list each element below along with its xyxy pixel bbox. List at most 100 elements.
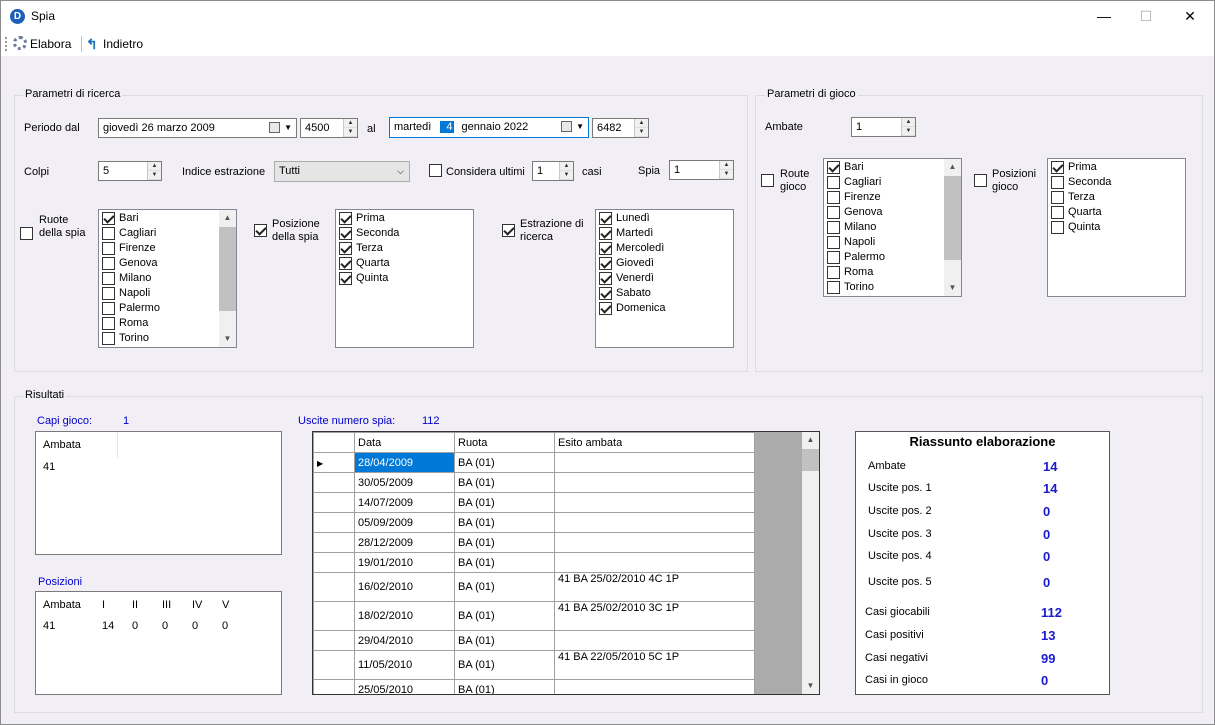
cell-ruota[interactable]: BA (01) [454,512,555,533]
ruote-gioco-item[interactable]: Napoli [824,235,961,250]
ambate-spin[interactable]: ▲ ▼ [901,118,915,136]
posizione-spia-item-checkbox[interactable] [339,242,352,255]
posizione-gioco-item[interactable]: Quinta [1048,220,1185,235]
ruote-gioco-item-checkbox[interactable] [827,176,840,189]
posizione-spia-item-checkbox[interactable] [339,257,352,270]
giorno-item-checkbox[interactable] [599,302,612,315]
ruote-gioco-item[interactable]: Torino [824,280,961,295]
cell-data[interactable]: 29/04/2010 [354,630,455,651]
cell-esito[interactable] [554,472,755,493]
scroll-down-icon[interactable]: ▼ [802,678,819,694]
cell-ruota[interactable]: BA (01) [454,601,555,631]
posizioni-gioco-checkbox[interactable] [974,174,987,187]
scroll-down-icon[interactable]: ▼ [219,331,236,347]
uscite-grid[interactable]: Data Ruota Esito ambata ▶ 28/04/2009 BA (0… [312,431,820,695]
colpi-stepper[interactable]: 5 ▲ ▼ [98,161,162,181]
cell-esito[interactable]: 41 BA 25/02/2010 3C 1P [554,601,755,631]
ruote-spia-item-checkbox[interactable] [102,272,115,285]
ruote-spia-scrollbar[interactable]: ▲ ▼ [219,210,236,347]
giorno-item-checkbox[interactable] [599,272,612,285]
posizione-spia-item[interactable]: Prima [336,211,473,226]
posizione-spia-item[interactable]: Quarta [336,256,473,271]
scroll-up-icon[interactable]: ▲ [944,159,961,175]
ruote-gioco-item-checkbox[interactable] [827,266,840,279]
posizioni-header[interactable]: II [132,599,138,611]
spin-down-icon[interactable]: ▼ [902,127,915,136]
posizioni-header[interactable]: Ambata [43,599,81,611]
ruote-spia-item-checkbox[interactable] [102,302,115,315]
posizione-gioco-item[interactable]: Prima [1048,160,1185,175]
scroll-thumb[interactable] [219,227,236,311]
spin-down-icon[interactable]: ▼ [148,171,161,180]
cell-data[interactable]: 28/12/2009 [354,532,455,553]
date-to-day-selected[interactable]: 4 [440,121,455,133]
ruote-spia-item-checkbox[interactable] [102,212,115,225]
giorno-item-checkbox[interactable] [599,212,612,225]
posizione-spia-list[interactable]: Prima Seconda Terza Quarta Quinta [335,209,474,348]
capi-value-item[interactable]: 41 [43,461,55,473]
col-header-ruota[interactable]: Ruota [454,432,555,453]
posizioni-gioco-list[interactable]: Prima Seconda Terza Quarta Quinta [1047,158,1186,297]
ruote-gioco-item-checkbox[interactable] [827,221,840,234]
ruote-gioco-item-checkbox[interactable] [827,191,840,204]
posizione-spia-item[interactable]: Quinta [336,271,473,286]
ruote-spia-item[interactable]: Firenze [99,241,236,256]
ruote-spia-item[interactable]: Roma [99,316,236,331]
spia-stepper[interactable]: 1 ▲ ▼ [669,160,734,180]
cell-ruota[interactable]: BA (01) [454,532,555,553]
table-row[interactable]: 28/12/2009 BA (01) [313,532,755,553]
ruote-spia-list[interactable]: Bari Cagliari Firenze Genova Milano Napoli Pal… [98,209,237,348]
posizione-gioco-item-checkbox[interactable] [1051,161,1064,174]
posizione-spia-item[interactable]: Terza [336,241,473,256]
spin-up-icon[interactable]: ▲ [148,162,161,171]
table-row[interactable]: 14/07/2009 BA (01) [313,492,755,513]
row-header[interactable] [313,679,355,694]
ruote-gioco-item[interactable]: Palermo [824,250,961,265]
cell-esito[interactable] [554,552,755,573]
cell-ruota[interactable]: BA (01) [454,572,555,602]
cell-esito[interactable] [554,512,755,533]
ruote-spia-item-checkbox[interactable] [102,242,115,255]
spin-up-icon[interactable]: ▲ [635,119,648,128]
cell-ruota[interactable]: BA (01) [454,679,555,694]
scroll-up-icon[interactable]: ▲ [219,210,236,226]
table-row[interactable]: 30/05/2009 BA (01) [313,472,755,493]
num-from-spin[interactable]: ▲ ▼ [343,119,357,137]
scroll-thumb[interactable] [944,176,961,260]
posizione-spia-item-checkbox[interactable] [339,227,352,240]
giorno-item[interactable]: Giovedì [596,256,733,271]
ruote-spia-item[interactable]: Bari [99,211,236,226]
close-button[interactable]: ✕ [1167,1,1213,31]
posizione-spia-checkbox[interactable] [254,224,267,237]
capi-list[interactable]: Ambata 41 [35,431,282,555]
col-header-data[interactable]: Data [354,432,455,453]
ruote-spia-item-checkbox[interactable] [102,287,115,300]
num-from-stepper[interactable]: 4500 ▲ ▼ [300,118,358,138]
row-header[interactable] [313,552,355,573]
row-header[interactable] [313,532,355,553]
ruote-gioco-item-checkbox[interactable] [827,251,840,264]
posizione-gioco-item-checkbox[interactable] [1051,176,1064,189]
spin-up-icon[interactable]: ▲ [560,162,573,171]
grid-scrollbar[interactable]: ▲ ▼ [802,432,819,694]
posizione-spia-item-checkbox[interactable] [339,272,352,285]
cell-data[interactable]: 14/07/2009 [354,492,455,513]
cell-ruota[interactable]: BA (01) [454,472,555,493]
ruote-spia-checkbox[interactable] [20,227,33,240]
posizione-gioco-item-checkbox[interactable] [1051,191,1064,204]
cell-data[interactable]: 05/09/2009 [354,512,455,533]
ruote-spia-item-checkbox[interactable] [102,257,115,270]
col-header-esito[interactable]: Esito ambata [554,432,755,453]
cell-ruota[interactable]: BA (01) [454,452,555,473]
cell-data[interactable]: 18/02/2010 [354,601,455,631]
ruote-gioco-item[interactable]: Cagliari [824,175,961,190]
cell-ruota[interactable]: BA (01) [454,552,555,573]
considera-checkbox[interactable] [429,164,442,177]
ruote-gioco-item[interactable]: Genova [824,205,961,220]
table-row[interactable]: 25/05/2010 BA (01) [313,679,755,694]
spin-up-icon[interactable]: ▲ [902,118,915,127]
scroll-up-icon[interactable]: ▲ [802,432,819,448]
cell-data[interactable]: 16/02/2010 [354,572,455,602]
ruote-spia-item[interactable]: Palermo [99,301,236,316]
cell-esito[interactable] [554,630,755,651]
